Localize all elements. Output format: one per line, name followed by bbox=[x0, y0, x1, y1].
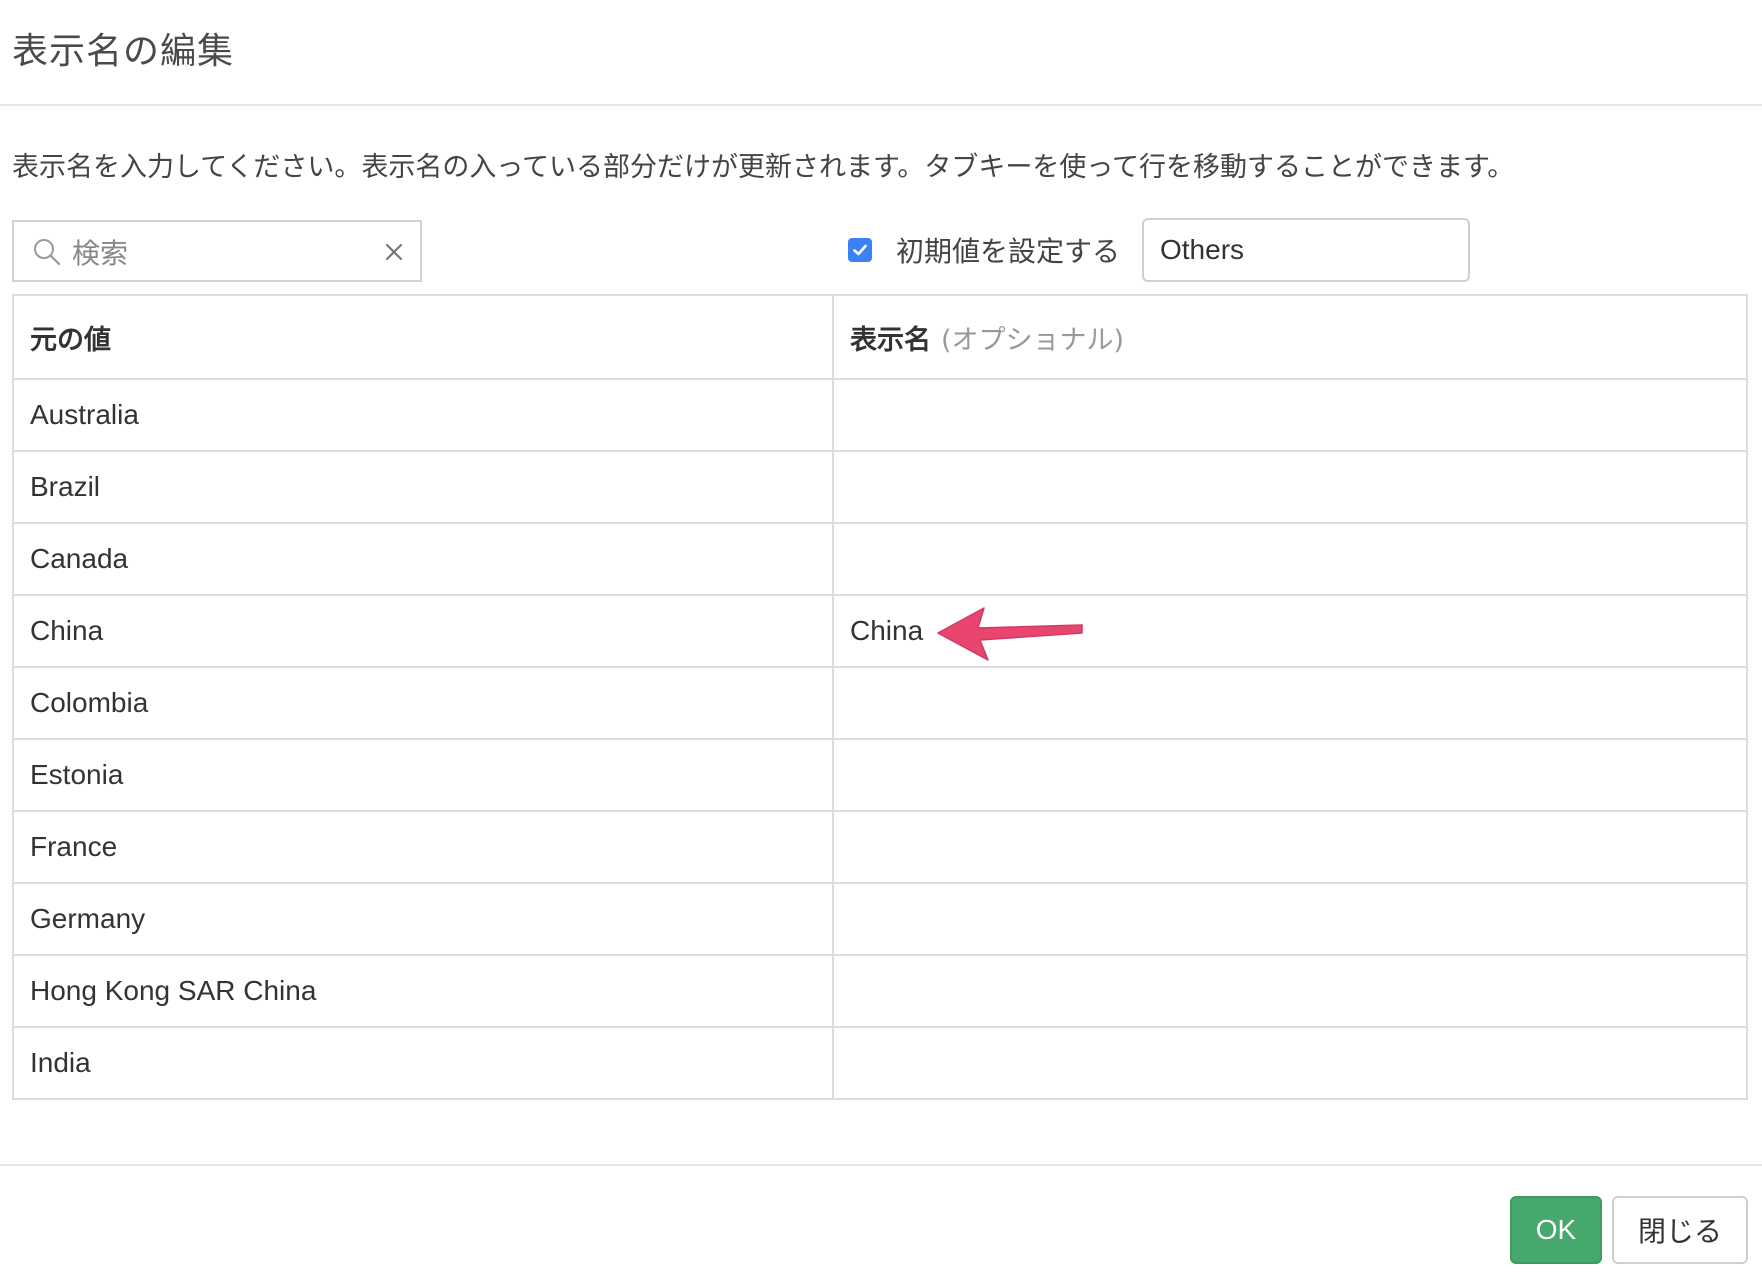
dialog-title: 表示名の編集 bbox=[12, 31, 235, 72]
clear-icon[interactable] bbox=[382, 240, 406, 264]
header-original-value: 元の値 bbox=[14, 296, 834, 378]
display-name-cell[interactable] bbox=[834, 380, 1746, 450]
display-name-cell[interactable] bbox=[834, 956, 1746, 1026]
original-value-cell: Germany bbox=[14, 884, 834, 954]
original-value-cell: Australia bbox=[14, 380, 834, 450]
original-value-cell: Brazil bbox=[14, 452, 834, 522]
search-field[interactable] bbox=[12, 220, 422, 282]
header-display-name: 表示名 (オプショナル) bbox=[834, 296, 1746, 378]
display-name-cell[interactable] bbox=[834, 1028, 1746, 1098]
table-header: 元の値 表示名 (オプショナル) bbox=[14, 296, 1746, 378]
table-row: Canada bbox=[14, 522, 1746, 594]
checkmark-icon bbox=[853, 244, 867, 256]
instructions-text: 表示名を入力してください。表示名の入っている部分だけが更新されます。タブキーを使… bbox=[12, 152, 1515, 183]
header-optional-note: (オプショナル) bbox=[941, 324, 1125, 356]
display-name-cell[interactable] bbox=[834, 452, 1746, 522]
original-value-cell: Canada bbox=[14, 524, 834, 594]
table-row: Hong Kong SAR China bbox=[14, 954, 1746, 1026]
original-value-cell: Hong Kong SAR China bbox=[14, 956, 834, 1026]
header-original-label: 元の値 bbox=[30, 324, 111, 356]
default-value-label: 初期値を設定する bbox=[896, 235, 1121, 268]
ok-button[interactable]: OK bbox=[1510, 1196, 1602, 1264]
table-row: Estonia bbox=[14, 738, 1746, 810]
table-row: India bbox=[14, 1026, 1746, 1098]
header-divider bbox=[0, 104, 1762, 106]
display-name-cell[interactable]: China bbox=[834, 596, 1746, 666]
close-button[interactable]: 閉じる bbox=[1612, 1196, 1748, 1264]
original-value-cell: Colombia bbox=[14, 668, 834, 738]
table-row: China China bbox=[14, 594, 1746, 666]
search-input[interactable] bbox=[70, 230, 374, 276]
annotation-arrow-icon bbox=[937, 607, 1083, 661]
default-value-checkbox[interactable] bbox=[848, 238, 872, 262]
table-row: Australia bbox=[14, 378, 1746, 450]
original-value-cell: Estonia bbox=[14, 740, 834, 810]
table-row: Brazil bbox=[14, 450, 1746, 522]
footer-divider bbox=[0, 1164, 1762, 1166]
display-name-cell[interactable] bbox=[834, 668, 1746, 738]
original-value-cell: France bbox=[14, 812, 834, 882]
display-name-cell[interactable] bbox=[834, 884, 1746, 954]
display-name-table: 元の値 表示名 (オプショナル) Australia Brazil Canada… bbox=[12, 294, 1748, 1100]
table-row: Germany bbox=[14, 882, 1746, 954]
table-row: France bbox=[14, 810, 1746, 882]
display-name-cell[interactable] bbox=[834, 740, 1746, 810]
display-name-cell[interactable] bbox=[834, 812, 1746, 882]
search-icon bbox=[34, 239, 61, 266]
default-value-toggle[interactable]: 初期値を設定する bbox=[848, 232, 1120, 268]
default-value-input[interactable] bbox=[1142, 218, 1470, 282]
display-name-value: China bbox=[850, 615, 924, 646]
original-value-cell: China bbox=[14, 596, 834, 666]
display-name-cell[interactable] bbox=[834, 524, 1746, 594]
header-display-label: 表示名 bbox=[850, 324, 931, 356]
original-value-cell: India bbox=[14, 1028, 834, 1098]
table-row: Colombia bbox=[14, 666, 1746, 738]
